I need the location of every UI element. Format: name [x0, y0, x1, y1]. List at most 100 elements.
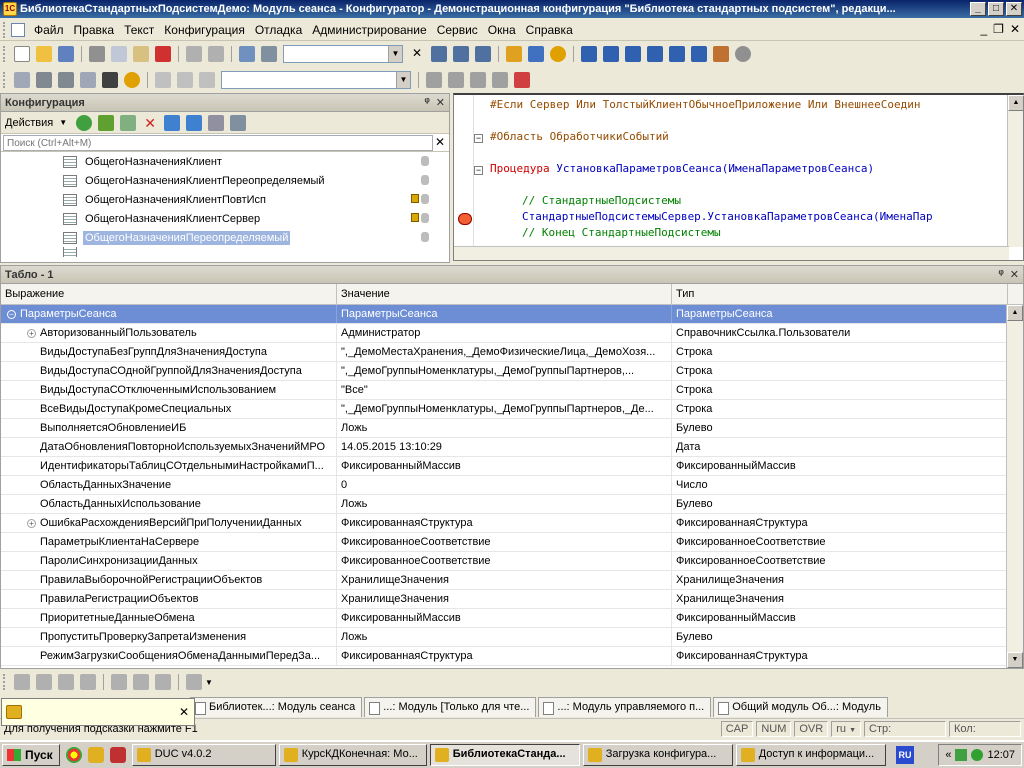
code-line[interactable]: Процедура УстановкаПараметровСеанса(Имен… [490, 162, 874, 175]
prev-bookmark-icon[interactable] [691, 46, 707, 62]
pin-icon[interactable]: ᵠ [424, 96, 429, 109]
filter-icon[interactable] [230, 114, 247, 131]
start-debug-icon[interactable] [102, 72, 118, 88]
collapse-icon[interactable]: − [7, 309, 16, 319]
menu-item[interactable]: Отладка [250, 21, 307, 39]
find-prev-icon[interactable] [453, 46, 469, 62]
collapse-all-icon[interactable] [133, 674, 149, 690]
code-line[interactable]: // Конец СтандартныеПодсистемы [522, 226, 721, 239]
1c-config-icon[interactable] [109, 747, 126, 763]
code-horizontal-scrollbar[interactable] [454, 246, 1009, 260]
taskbar-button[interactable]: КурсКДКонечная: Мо... [278, 744, 427, 766]
config-tree-icon[interactable] [14, 72, 30, 88]
chrome-icon[interactable] [65, 747, 82, 763]
clear-search-button[interactable]: ✕ [435, 135, 445, 149]
tree-item[interactable] [1, 247, 449, 257]
cut-icon[interactable] [89, 46, 105, 62]
table-row[interactable]: ВидыДоступаСОтключеннымИспользованием "Вс… [1, 381, 1023, 400]
table-row[interactable]: ПараметрыКлиентаНаСервере ФиксированноеСо… [1, 533, 1023, 552]
add-watch-icon[interactable] [14, 674, 30, 690]
window-tab[interactable]: ...: Модуль управляемого п... [538, 697, 712, 717]
step-into-icon[interactable] [448, 72, 464, 88]
stop-debug-icon[interactable] [514, 72, 530, 88]
table-row[interactable]: ПравилаРегистрацииОбъектов ХранилищеЗначе… [1, 590, 1023, 609]
list-icon[interactable] [155, 674, 171, 690]
timer-icon[interactable] [735, 46, 751, 62]
taskbar-button[interactable]: БиблиотекаСтанда... [429, 744, 580, 766]
table-row[interactable]: ИдентификаторыТаблицСОтдельнымиНастройка… [1, 457, 1023, 476]
close-icon[interactable]: ✕ [436, 96, 445, 109]
delete-icon[interactable] [155, 46, 171, 62]
info-icon[interactable] [550, 46, 566, 62]
column-header[interactable]: Выражение [1, 284, 337, 304]
clear-search-icon[interactable]: ✕ [409, 46, 425, 62]
table-row[interactable]: ВидыДоступаБезГруппДляЗначенияДоступа ",_… [1, 343, 1023, 362]
fold-toggle-icon[interactable]: − [474, 134, 483, 143]
code-line[interactable]: #Если Сервер Или ТолстыйКлиентОбычноеПри… [490, 98, 920, 111]
config-compare-icon[interactable] [36, 72, 52, 88]
config-support-icon[interactable] [80, 72, 96, 88]
antivirus-icon[interactable] [971, 749, 984, 761]
code-line[interactable]: #Область ОбработчикиСобытий [490, 130, 669, 143]
configuration-search-input[interactable] [3, 135, 433, 151]
replace-icon[interactable] [475, 46, 491, 62]
table-row[interactable]: ВидыДоступаСОднойГруппойДляЗначенияДосту… [1, 362, 1023, 381]
scroll-up-icon[interactable]: ▲ [1008, 95, 1024, 111]
module-structure-icon[interactable] [581, 46, 597, 62]
next-bookmark-icon[interactable] [669, 46, 685, 62]
menu-item[interactable]: Текст [119, 21, 159, 39]
clear-watch-icon[interactable] [80, 674, 96, 690]
popup-close-button[interactable]: ✕ [179, 705, 189, 719]
code-gutter[interactable] [454, 95, 474, 260]
doc-restore-button[interactable]: ❐ [993, 22, 1004, 36]
open-folder-icon[interactable] [36, 46, 52, 62]
keyboard-language-indicator[interactable]: RU [896, 746, 914, 764]
column-header[interactable]: Значение [337, 284, 672, 304]
expand-icon[interactable]: + [27, 518, 36, 528]
chevron-down-icon[interactable]: ▼ [59, 118, 67, 127]
table-row[interactable]: + ОшибкаРасхожденияВерсийПриПолученииДанн… [1, 514, 1023, 533]
window-tab[interactable]: ...: Модуль [Только для чте... [364, 697, 537, 717]
window-tab[interactable]: Общий модуль Об...: Модуль [713, 697, 888, 717]
find-in-window-icon[interactable] [239, 46, 255, 62]
expand-all-icon[interactable] [111, 674, 127, 690]
table-row[interactable]: ВыполняетсяОбновлениеИБ Ложь Булево [1, 419, 1023, 438]
tree-item[interactable]: ОбщегоНазначенияКлиентСервер [1, 209, 449, 228]
taskbar-button[interactable]: Загрузка конфигура... [582, 744, 733, 766]
table-row[interactable]: ПаролиСинхронизацииДанных ФиксированноеСо… [1, 552, 1023, 571]
maximize-button[interactable]: □ [988, 2, 1004, 16]
code-editor[interactable]: #Если Сервер Или ТолстыйКлиентОбычноеПри… [453, 93, 1024, 261]
window-title-bar[interactable]: 1С БиблиотекаСтандартныхПодсистемДемо: М… [0, 0, 1024, 18]
table-vertical-scrollbar[interactable]: ▲ ▼ [1006, 305, 1023, 668]
menu-item[interactable]: Сервис [432, 21, 483, 39]
step-over-icon[interactable] [470, 72, 486, 88]
menu-item[interactable]: Конфигурация [159, 21, 250, 39]
search-icon[interactable] [261, 46, 277, 62]
menu-item[interactable]: Справка [521, 21, 578, 39]
step-out-icon[interactable] [492, 72, 508, 88]
remove-watch-icon[interactable] [36, 674, 52, 690]
copy-icon[interactable] [111, 46, 127, 62]
tree-item[interactable]: ОбщегоНазначенияКлиент [1, 152, 449, 171]
search-combo[interactable]: ▼ [283, 45, 403, 63]
add-icon[interactable] [76, 114, 93, 131]
menu-item[interactable]: Администрирование [307, 21, 431, 39]
table-row[interactable]: ПравилаВыборочнойРегистрацииОбъектов Хран… [1, 571, 1023, 590]
doc-minimize-button[interactable]: _ [980, 22, 987, 36]
expand-icon[interactable]: + [27, 328, 36, 338]
taskbar-button[interactable]: Доступ к информаци... [735, 744, 886, 766]
minimize-button[interactable]: _ [970, 2, 986, 16]
undo-icon[interactable] [186, 46, 202, 62]
notification-popup[interactable]: ✕ [1, 698, 195, 726]
language-indicator[interactable]: ru ▼ [831, 720, 861, 737]
chevron-down-icon[interactable]: ▼ [396, 72, 410, 88]
copy-item-icon[interactable] [120, 114, 137, 131]
taskbar-button[interactable]: DUC v4.0.2 [131, 744, 276, 766]
toolbar-grip[interactable] [3, 674, 7, 690]
table-row[interactable]: − ПараметрыСеанса ПараметрыСеанса Параметры… [1, 305, 1023, 324]
tree-item[interactable]: ОбщегоНазначенияКлиентПовтИсп [1, 190, 449, 209]
procedure-list-icon[interactable] [603, 46, 619, 62]
breakpoint-icon[interactable] [426, 72, 442, 88]
run-enterprise-icon[interactable] [124, 72, 140, 88]
settings-icon[interactable] [713, 46, 729, 62]
